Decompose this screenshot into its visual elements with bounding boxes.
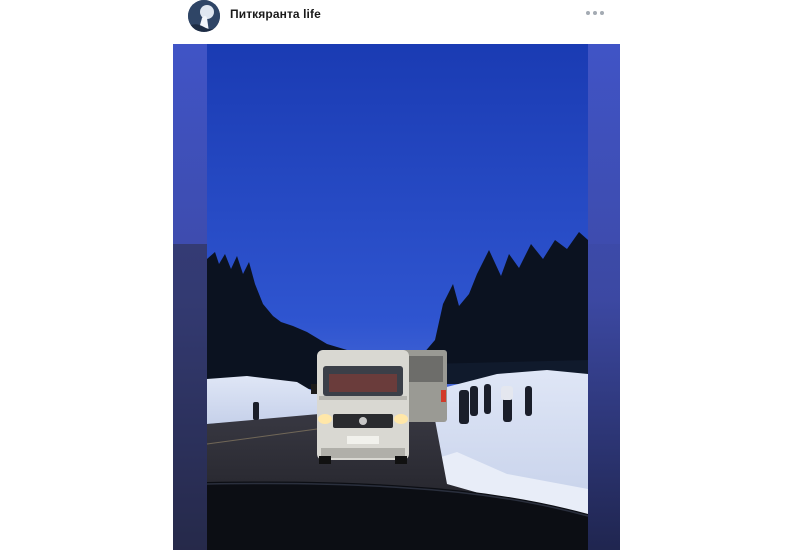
more-options-button[interactable] (586, 6, 604, 20)
channel-name[interactable]: Питкяранта life (230, 7, 321, 21)
channel-avatar[interactable] (188, 0, 220, 32)
more-dot-icon (586, 11, 590, 15)
more-dot-icon (600, 11, 604, 15)
more-dot-icon (593, 11, 597, 15)
post-header: Питкяранта life (173, 0, 620, 44)
photo-winter-road-icon (173, 44, 620, 550)
avatar-image (188, 0, 220, 32)
post-photo[interactable] (173, 44, 620, 550)
